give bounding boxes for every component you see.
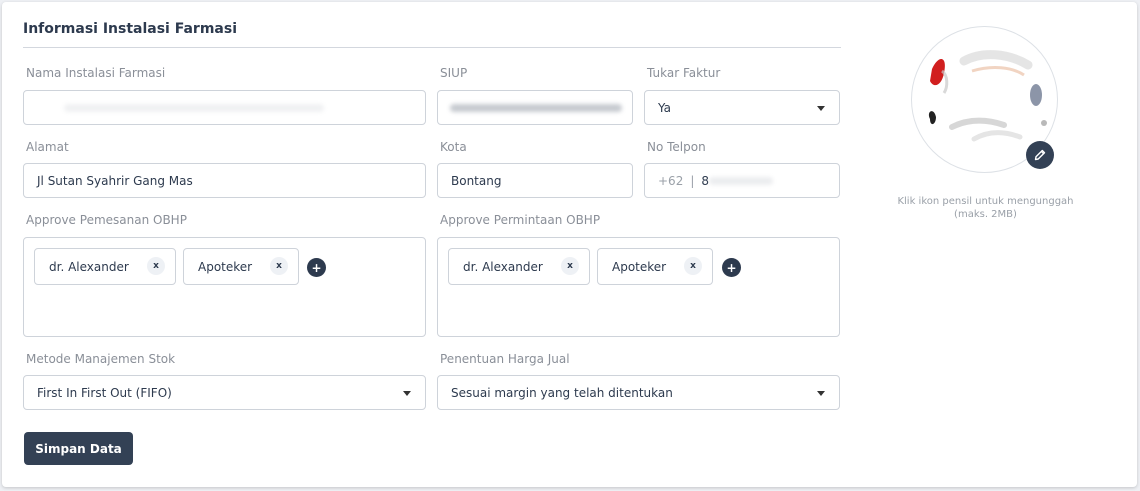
approver-chip-label: dr. Alexander [49, 259, 129, 274]
approve-permintaan-label: Approve Permintaan OBHP [440, 213, 601, 227]
metode-stok-select[interactable]: First In First Out (FIFO) [23, 375, 426, 410]
country-code: +62 [658, 173, 684, 188]
pencil-icon [1034, 149, 1046, 161]
approver-chip-label: Apoteker [612, 259, 667, 274]
divider [23, 47, 841, 48]
approver-chip-label: dr. Alexander [463, 259, 543, 274]
harga-jual-select[interactable]: Sesuai margin yang telah ditentukan [437, 375, 840, 410]
metode-stok-value: First In First Out (FIFO) [37, 385, 172, 400]
approver-chip: dr. Alexander x [34, 248, 176, 285]
close-icon[interactable]: x [147, 257, 165, 275]
section-title: Informasi Instalasi Farmasi [23, 21, 237, 37]
edit-photo-button[interactable] [1026, 141, 1054, 169]
telpon-value: 8 [701, 173, 710, 188]
metode-stok-label: Metode Manajemen Stok [26, 352, 176, 366]
prefix-separator: | [690, 173, 695, 188]
approve-permintaan-box[interactable]: dr. Alexander x Apoteker x + [437, 237, 840, 337]
tukar-faktur-label: Tukar Faktur [647, 66, 721, 80]
chevron-down-icon [817, 106, 825, 111]
redacted-value [64, 104, 324, 112]
upload-hint: Klik ikon pensil untuk mengunggah (maks.… [897, 196, 1074, 220]
kota-label: Kota [440, 140, 467, 154]
kota-input[interactable]: Bontang [437, 163, 633, 198]
close-icon[interactable]: x [270, 257, 288, 275]
redacted-value [450, 104, 622, 112]
plus-icon[interactable]: + [722, 258, 741, 277]
chevron-down-icon [403, 391, 411, 396]
plus-icon[interactable]: + [307, 258, 326, 277]
close-icon[interactable]: x [561, 257, 579, 275]
alamat-label: Alamat [26, 140, 69, 154]
harga-jual-value: Sesuai margin yang telah ditentukan [451, 385, 673, 400]
close-icon[interactable]: x [684, 257, 702, 275]
alamat-input[interactable]: Jl Sutan Syahrir Gang Mas [23, 163, 426, 198]
siup-input[interactable] [437, 90, 633, 125]
approve-pemesanan-label: Approve Pemesanan OBHP [26, 213, 187, 227]
redacted-value [709, 177, 773, 185]
approver-chip: Apoteker x [183, 248, 299, 285]
nama-label: Nama Instalasi Farmasi [26, 66, 166, 80]
chevron-down-icon [817, 391, 825, 396]
telpon-label: No Telpon [647, 140, 706, 154]
siup-label: SIUP [440, 66, 468, 80]
approver-chip: dr. Alexander x [448, 248, 590, 285]
tukar-faktur-value: Ya [658, 100, 672, 115]
harga-jual-label: Penentuan Harga Jual [440, 352, 570, 366]
alamat-value: Jl Sutan Syahrir Gang Mas [37, 173, 193, 188]
telpon-input[interactable]: +62 | 8 [644, 163, 840, 198]
kota-value: Bontang [451, 173, 502, 188]
tukar-faktur-select[interactable]: Ya [644, 90, 840, 125]
form-card: Informasi Instalasi Farmasi Nama Instala… [2, 2, 1137, 487]
approver-chip-label: Apoteker [198, 259, 253, 274]
save-button[interactable]: Simpan Data [24, 432, 133, 465]
approver-chip: Apoteker x [597, 248, 713, 285]
nama-input[interactable] [23, 90, 426, 125]
approve-pemesanan-box[interactable]: dr. Alexander x Apoteker x + [23, 237, 426, 337]
